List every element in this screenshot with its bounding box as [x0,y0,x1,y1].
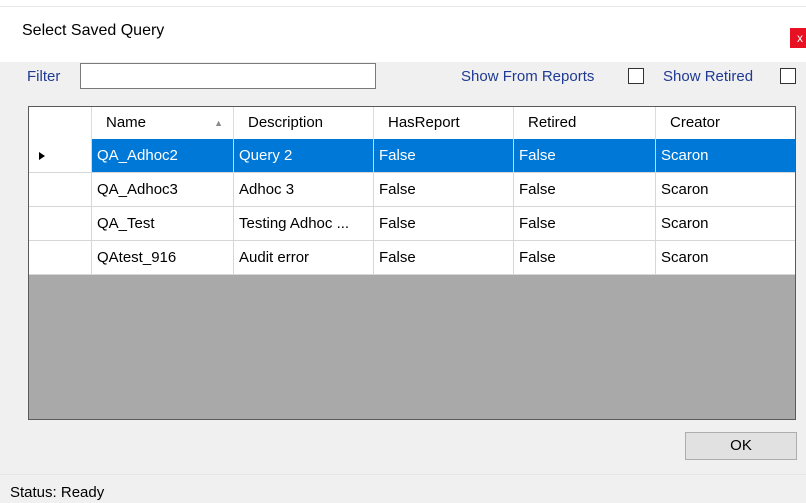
cell-hasreport[interactable]: False [374,207,514,241]
cell-description[interactable]: Testing Adhoc ... [234,207,374,241]
cell-name[interactable]: QA_Test [92,207,234,241]
column-header-label: HasReport [388,114,460,131]
cell-hasreport[interactable]: False [374,139,514,173]
cell-retired[interactable]: False [514,207,656,241]
row-header[interactable] [29,241,92,275]
cell-name[interactable]: QA_Adhoc2 [92,139,234,173]
cell-hasreport[interactable]: False [374,173,514,207]
cell-creator[interactable]: Scaron [656,241,795,275]
sort-ascending-icon: ▲ [214,118,223,128]
row-header-corner [29,107,92,139]
dialog-title: Select Saved Query [22,22,165,39]
cell-name[interactable]: QA_Adhoc3 [92,173,234,207]
cell-retired[interactable]: False [514,241,656,275]
status-bar-divider [0,474,806,475]
title-bar: Select Saved Query x [0,0,806,62]
table-row[interactable]: QA_Adhoc3 Adhoc 3 False False Scaron [29,173,795,207]
show-from-reports-label: Show From Reports [461,68,595,85]
saved-query-grid[interactable]: Name ▲ Description HasReport Retired Cre… [28,106,796,420]
table-row[interactable]: QAtest_916 Audit error False False Scaro… [29,241,795,275]
show-retired-checkbox[interactable] [780,68,796,84]
column-header-label: Creator [670,114,721,131]
row-header[interactable] [29,139,92,173]
ok-button[interactable]: OK [685,432,797,460]
show-from-reports-checkbox[interactable] [628,68,644,84]
filter-input[interactable] [80,63,376,89]
cell-creator[interactable]: Scaron [656,139,795,173]
current-row-arrow-icon [39,152,45,160]
grid-header: Name ▲ Description HasReport Retired Cre… [29,107,795,140]
filter-label: Filter [27,68,61,85]
status-text: Status: Ready [10,484,105,501]
cell-description[interactable]: Adhoc 3 [234,173,374,207]
column-header-label: Description [248,114,324,131]
cell-retired[interactable]: False [514,173,656,207]
cell-hasreport[interactable]: False [374,241,514,275]
title-bar-divider [0,6,806,7]
cell-name[interactable]: QAtest_916 [92,241,234,275]
cell-retired[interactable]: False [514,139,656,173]
cell-creator[interactable]: Scaron [656,173,795,207]
column-header-name[interactable]: Name ▲ [92,107,234,139]
column-header-hasreport[interactable]: HasReport [374,107,514,139]
column-header-label: Retired [528,114,577,131]
cell-creator[interactable]: Scaron [656,207,795,241]
column-header-creator[interactable]: Creator [656,107,795,139]
table-row[interactable]: QA_Adhoc2 Query 2 False False Scaron [29,139,795,173]
row-header[interactable] [29,207,92,241]
cell-description[interactable]: Query 2 [234,139,374,173]
column-header-label: Name [106,114,147,131]
show-retired-label: Show Retired [663,68,754,85]
table-row[interactable]: QA_Test Testing Adhoc ... False False Sc… [29,207,795,241]
cell-description[interactable]: Audit error [234,241,374,275]
column-header-description[interactable]: Description [234,107,374,139]
close-button[interactable]: x [790,28,806,48]
column-header-retired[interactable]: Retired [514,107,656,139]
row-header[interactable] [29,173,92,207]
